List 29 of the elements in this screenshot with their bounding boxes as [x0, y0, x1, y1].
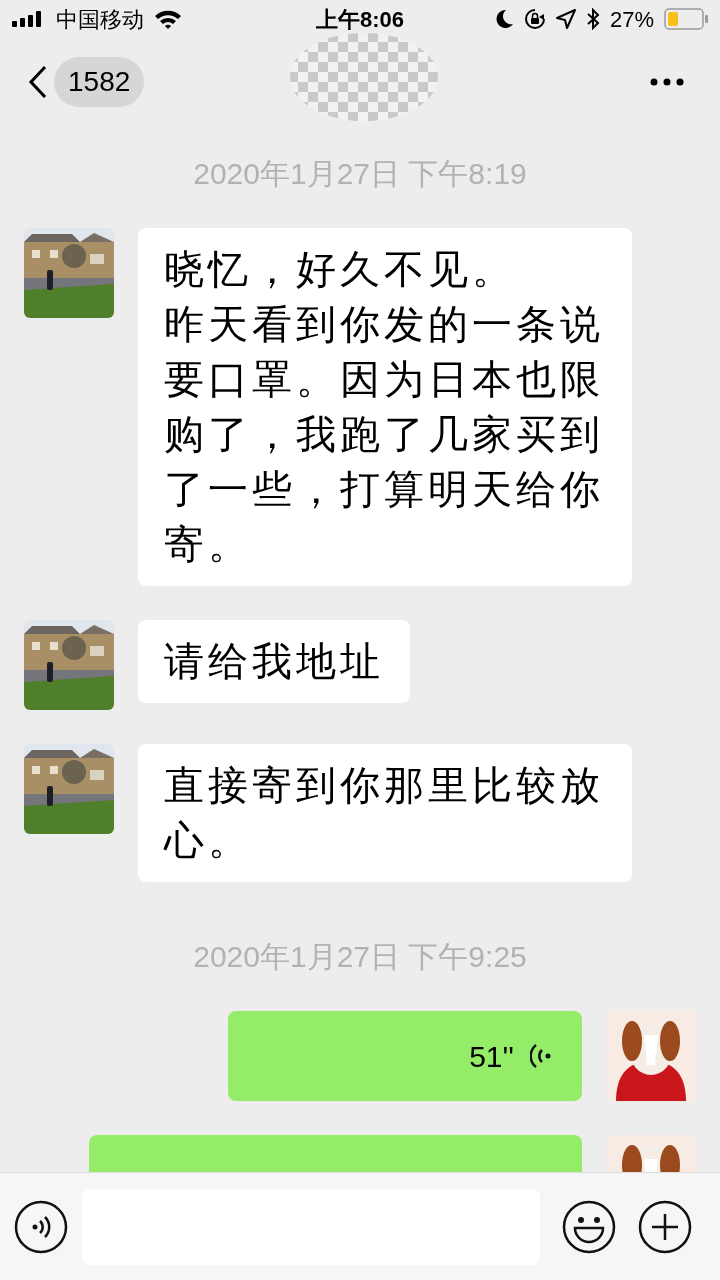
wifi-icon: [154, 9, 182, 29]
battery-percent: 27%: [609, 5, 654, 34]
unread-count: 1582: [54, 56, 145, 107]
status-time: 上午8:06: [315, 5, 404, 34]
battery-icon: [664, 8, 708, 30]
message-text: 昨天看到你发的一条说要口罩。因为日本也限购了，我跑了几家买到了一些，打算明天给你寄。: [164, 301, 605, 568]
message-bubble[interactable]: 请给我地址: [138, 620, 410, 703]
carrier-name: 中国移动: [56, 5, 144, 34]
voice-message-bubble[interactable]: 51'': [228, 1011, 582, 1101]
timestamp: 2020年1月27日 下午9:25: [193, 939, 527, 975]
timestamp: 2020年1月27日 下午8:19: [193, 156, 527, 192]
smiley-icon: [562, 1199, 616, 1254]
plus-icon: [638, 1199, 692, 1254]
emoji-button[interactable]: [562, 1199, 616, 1254]
voice-input-button[interactable]: [14, 1199, 68, 1254]
more-icon: [650, 77, 684, 86]
message-text: 晓忆，好久不见。: [164, 246, 517, 293]
message-text: 请给我地址: [164, 638, 384, 685]
add-button[interactable]: [638, 1199, 692, 1254]
bluetooth-icon: [585, 8, 600, 30]
voice-icon: [14, 1199, 68, 1254]
message-text: 直接寄到你那里比较放心。: [164, 762, 605, 864]
location-arrow-icon: [555, 9, 576, 29]
moon-icon: [495, 9, 514, 29]
back-button[interactable]: 1582: [28, 56, 145, 107]
rotation-lock-icon: [523, 8, 546, 30]
back-chevron-icon: [28, 64, 48, 99]
message-bubble[interactable]: 晓忆，好久不见。 昨天看到你发的一条说要口罩。因为日本也限购了，我跑了几家买到了一些，打算明天给你寄。: [138, 228, 632, 586]
message-bubble[interactable]: 直接寄到你那里比较放心。: [138, 744, 632, 882]
